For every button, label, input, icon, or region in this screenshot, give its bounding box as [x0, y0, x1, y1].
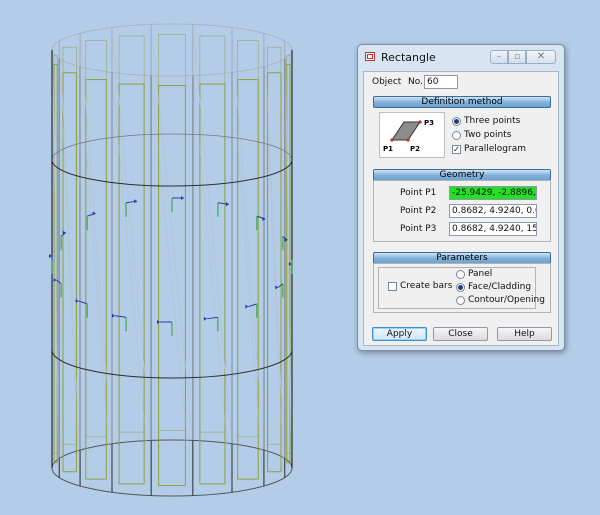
- object-no-label: No.: [408, 77, 423, 87]
- local-x-arrow: [114, 315, 127, 318]
- dialog-titlebar[interactable]: Rectangle – ▫ ✕: [358, 45, 564, 71]
- diagram-label-p2: P2: [410, 145, 420, 153]
- arrow-head: [275, 285, 279, 290]
- close-window-button[interactable]: ✕: [526, 50, 556, 64]
- parallelogram-checkbox[interactable]: ✓: [452, 145, 461, 154]
- parallelogram-diagram-icon: P1 P2 P3: [383, 119, 434, 153]
- diagram-label-p3: P3: [424, 119, 434, 127]
- face-cladding-label: Face/Cladding: [468, 282, 532, 292]
- rectangle-dialog: Rectangle – ▫ ✕ Object No. 60 Definition…: [357, 44, 565, 351]
- contour-opening-label: Contour/Opening: [468, 295, 545, 305]
- point-p1-field[interactable]: -25.9429, -2.8896, -15.: [449, 186, 537, 200]
- parallelogram-label: Parallelogram: [464, 144, 526, 154]
- panel-diagonal: [193, 84, 232, 484]
- apply-button[interactable]: Apply: [372, 327, 427, 341]
- bottom-edge-ring: [51, 439, 293, 497]
- point-p3-label: Point P3: [400, 224, 437, 234]
- minimize-button[interactable]: –: [490, 50, 508, 64]
- two-points-radio[interactable]: [452, 131, 461, 140]
- rectangle-icon: [365, 52, 375, 61]
- three-points-label: Three points: [464, 116, 521, 126]
- lower-seam-front: [51, 349, 293, 379]
- maximize-button[interactable]: ▫: [508, 50, 526, 64]
- diagram-label-p1: P1: [383, 145, 393, 153]
- arrow-head: [245, 304, 249, 309]
- arrow-head: [203, 316, 207, 321]
- create-bars-label: Create bars: [400, 281, 453, 291]
- point-p2-field[interactable]: 0.8682, 4.9240, 0.0000: [449, 204, 537, 218]
- panel-diagonal: [151, 34, 193, 431]
- arrow-head: [134, 199, 138, 204]
- panel-diagonal: [112, 84, 151, 484]
- definition-diagram: P1 P2 P3: [379, 112, 445, 158]
- point-p1-label: Point P1: [400, 188, 437, 198]
- panel-label: Panel: [468, 269, 493, 279]
- local-x-arrow: [206, 316, 218, 320]
- object-label: Object: [372, 77, 402, 87]
- cylinder-model: [49, 23, 293, 497]
- point-p3-field[interactable]: 0.8682, 4.9240, 15.000: [449, 222, 537, 236]
- arrow-head: [75, 299, 79, 304]
- definition-method-header[interactable]: Definition method: [373, 96, 551, 108]
- panel-diagonal: [112, 35, 151, 433]
- help-button[interactable]: Help: [497, 327, 552, 341]
- dialog-title: Rectangle: [381, 51, 436, 64]
- arrow-head: [226, 202, 230, 207]
- upper-seam: [51, 133, 293, 161]
- panel-diagonal: [193, 35, 232, 433]
- panel-radio[interactable]: [456, 270, 465, 279]
- arrow-head: [181, 196, 184, 200]
- contour-opening-radio[interactable]: [456, 296, 465, 305]
- panel-diagonal: [151, 85, 193, 486]
- close-button[interactable]: Close: [433, 327, 488, 341]
- face-cladding-radio[interactable]: [456, 283, 465, 292]
- create-bars-checkbox[interactable]: [388, 282, 397, 291]
- dialog-body: Object No. 60 Definition method P1 P2 P3…: [363, 71, 559, 346]
- point-p2-label: Point P2: [400, 206, 437, 216]
- two-points-label: Two points: [464, 130, 512, 140]
- object-number-field[interactable]: 60: [424, 75, 458, 89]
- arrow-head: [111, 313, 115, 318]
- top-edge-ring: [51, 23, 293, 77]
- three-points-radio[interactable]: [452, 117, 461, 126]
